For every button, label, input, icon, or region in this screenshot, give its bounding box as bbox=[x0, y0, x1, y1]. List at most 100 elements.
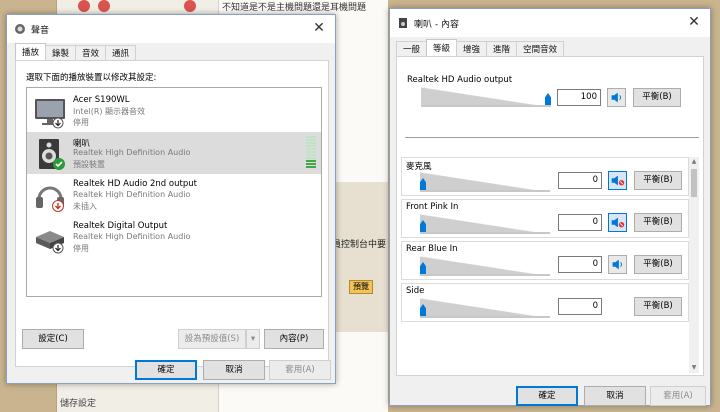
balance-button[interactable]: 平衡(B) bbox=[634, 297, 682, 316]
channel-volume-slider[interactable] bbox=[420, 214, 550, 234]
channel-label: Front Pink In bbox=[406, 202, 459, 212]
slider-base bbox=[421, 105, 551, 107]
close-icon[interactable]: ✕ bbox=[686, 14, 702, 30]
list-item[interactable]: 喇叭 Realtek High Definition Audio 預設裝置 bbox=[27, 132, 321, 174]
output-volume-field[interactable]: 100 bbox=[557, 89, 601, 106]
ok-button[interactable]: 確定 bbox=[135, 360, 197, 380]
chevron-down-icon: ▾ bbox=[250, 334, 256, 344]
separator bbox=[405, 137, 699, 138]
output-volume-slider[interactable] bbox=[421, 87, 551, 107]
set-default-dropdown[interactable]: ▾ bbox=[246, 329, 260, 349]
digital-output-icon bbox=[36, 231, 64, 254]
slider-base bbox=[420, 232, 550, 234]
ok-button[interactable]: 確定 bbox=[516, 386, 578, 406]
balance-button[interactable]: 平衡(B) bbox=[633, 88, 681, 107]
level-bar bbox=[306, 154, 316, 156]
list-item[interactable]: Realtek Digital Output Realtek High Defi… bbox=[27, 216, 321, 258]
window-title: 聲音 bbox=[31, 26, 50, 36]
cancel-button[interactable]: 取消 bbox=[584, 386, 646, 406]
apply-button[interactable]: 套用(A) bbox=[269, 360, 331, 380]
level-bar bbox=[306, 160, 316, 162]
mute-button[interactable] bbox=[608, 213, 627, 232]
headphones-icon bbox=[36, 186, 64, 212]
sound-app-icon bbox=[15, 24, 25, 34]
scrollbar-thumb[interactable] bbox=[691, 169, 697, 197]
sound-titlebar[interactable]: 聲音 ✕ bbox=[7, 15, 335, 43]
instruction-text: 選取下面的播放裝置以修改其設定: bbox=[26, 73, 157, 83]
mute-button[interactable] bbox=[608, 171, 627, 190]
slider-track bbox=[420, 214, 550, 234]
channel-volume-slider[interactable] bbox=[420, 256, 550, 276]
slider-base bbox=[420, 190, 550, 192]
background-bottom-text: 儲存設定 bbox=[60, 399, 97, 409]
level-bar bbox=[306, 148, 316, 150]
channel-label: 麥克風 bbox=[406, 162, 432, 172]
channel-label: Rear Blue In bbox=[406, 244, 458, 254]
level-bar bbox=[306, 166, 316, 168]
device-status: 未插入 bbox=[73, 202, 97, 211]
vertical-scrollbar[interactable]: ▲ ▼ bbox=[689, 157, 699, 373]
speaker-volume-icon bbox=[611, 92, 621, 103]
channel-row: Side 0 平衡(B) bbox=[401, 283, 689, 322]
list-item[interactable]: Acer S190WL Intel(R) 顯示器音效 停用 bbox=[27, 90, 321, 132]
device-driver: Realtek High Definition Audio bbox=[73, 190, 191, 199]
set-default-button[interactable]: 設為預設值(S) bbox=[178, 329, 246, 349]
device-list: Acer S190WL Intel(R) 顯示器音效 停用 喇叭 Realtek… bbox=[26, 87, 322, 297]
channel-volume-slider[interactable] bbox=[420, 172, 550, 192]
levels-panel: Realtek HD Audio output 100 平衡(B) 麥克風 0 … bbox=[396, 56, 704, 376]
mute-button[interactable] bbox=[607, 88, 626, 107]
mute-button[interactable] bbox=[608, 255, 627, 274]
monitor-icon bbox=[35, 99, 65, 129]
level-bar bbox=[306, 151, 316, 153]
background-icons bbox=[78, 0, 158, 14]
device-name: Acer S190WL bbox=[73, 95, 130, 105]
speaker-icon bbox=[39, 139, 65, 170]
window-title: 喇叭 - 內容 bbox=[414, 20, 459, 30]
level-bar bbox=[306, 139, 316, 141]
balance-button[interactable]: 平衡(B) bbox=[634, 255, 682, 274]
level-bar bbox=[306, 157, 316, 159]
cancel-button[interactable]: 取消 bbox=[203, 360, 265, 380]
slider-base bbox=[420, 316, 550, 318]
balance-button[interactable]: 平衡(B) bbox=[634, 213, 682, 232]
slider-track bbox=[420, 256, 550, 276]
muted-speaker-icon bbox=[611, 217, 625, 228]
scroll-down-icon[interactable]: ▼ bbox=[690, 364, 698, 372]
slider-track bbox=[420, 172, 550, 192]
background-side-text: 員控制台中要 bbox=[332, 240, 387, 250]
red-icon bbox=[98, 0, 110, 12]
device-driver: Intel(R) 顯示器音效 bbox=[73, 107, 146, 116]
channel-volume-field[interactable]: 0 bbox=[558, 214, 602, 231]
speaker-app-icon bbox=[399, 18, 407, 28]
level-bar bbox=[306, 163, 316, 165]
slider-track bbox=[420, 298, 550, 318]
muted-speaker-icon bbox=[611, 175, 625, 186]
channel-volume-field[interactable]: 0 bbox=[558, 256, 602, 273]
device-driver: Realtek High Definition Audio bbox=[73, 232, 191, 241]
red-icon bbox=[184, 0, 196, 12]
balance-button[interactable]: 平衡(B) bbox=[634, 171, 682, 190]
speaker-properties-dialog: 喇叭 - 內容 ✕ 一般 等級 增強 進階 空間音效 Realtek HD Au… bbox=[389, 8, 711, 406]
channel-row: Front Pink In 0 平衡(B) bbox=[401, 199, 689, 238]
sound-dialog: 聲音 ✕ 播放 錄製 音效 通訊 選取下面的播放裝置以修改其設定: Acer S… bbox=[6, 14, 336, 384]
channel-volume-field[interactable]: 0 bbox=[558, 172, 602, 189]
slider-base bbox=[420, 274, 550, 276]
configure-button[interactable]: 設定(C) bbox=[22, 329, 84, 349]
background-preview-button[interactable]: 預覽 bbox=[349, 280, 373, 294]
channel-volume-slider[interactable] bbox=[420, 298, 550, 318]
output-label: Realtek HD Audio output bbox=[407, 75, 513, 85]
properties-button[interactable]: 內容(P) bbox=[264, 329, 324, 349]
device-status: 停用 bbox=[73, 244, 89, 253]
props-titlebar[interactable]: 喇叭 - 內容 ✕ bbox=[390, 9, 710, 37]
background-top-text: 不知道是不是主機問題還是耳機問題 bbox=[222, 3, 367, 13]
channel-label: Side bbox=[406, 286, 425, 296]
close-icon[interactable]: ✕ bbox=[311, 20, 327, 36]
slider-track bbox=[421, 87, 551, 107]
red-icon bbox=[78, 0, 90, 12]
level-meter bbox=[306, 136, 316, 170]
scroll-up-icon[interactable]: ▲ bbox=[690, 158, 698, 166]
list-item[interactable]: Realtek HD Audio 2nd output Realtek High… bbox=[27, 174, 321, 216]
speaker-volume-icon bbox=[612, 259, 622, 270]
apply-button[interactable]: 套用(A) bbox=[650, 386, 706, 406]
channel-volume-field[interactable]: 0 bbox=[558, 298, 602, 315]
